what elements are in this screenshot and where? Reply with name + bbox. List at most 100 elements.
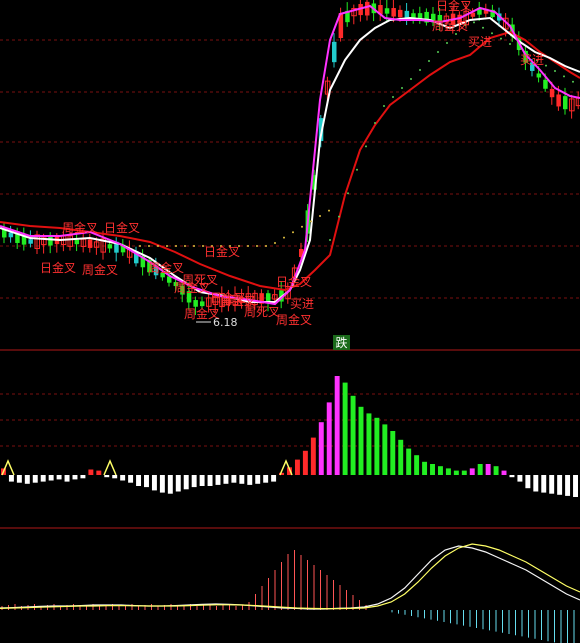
trend-dot <box>455 33 457 35</box>
trend-badge[interactable]: 跌 <box>333 335 350 350</box>
candle-body <box>556 94 561 107</box>
macd-bar <box>56 475 62 480</box>
macd-bar <box>128 475 134 483</box>
trend-dot <box>283 236 285 239</box>
candle-body <box>200 301 205 307</box>
macd-bar <box>255 475 261 484</box>
macd-bar <box>390 431 396 475</box>
signal-label: 周金叉 <box>276 312 312 327</box>
trend-dot <box>166 245 168 247</box>
candle-body <box>543 79 548 89</box>
macd-bar <box>144 475 149 488</box>
macd-bar <box>382 424 388 475</box>
macd-bar <box>16 475 22 483</box>
macd-bar <box>294 459 300 475</box>
trend-dot <box>401 87 403 89</box>
macd-bar <box>398 439 404 475</box>
signal-label: 买进 <box>290 297 314 311</box>
signal-label: 日金叉 <box>40 260 76 275</box>
macd-bar <box>533 475 539 492</box>
macd-bar <box>358 406 364 475</box>
candle-body <box>391 8 396 17</box>
macd-bar <box>8 475 14 482</box>
macd-bar <box>231 475 237 483</box>
macd-bar <box>96 470 102 475</box>
signal-label: 周死叉 <box>182 273 218 287</box>
trend-dot <box>338 215 340 218</box>
trend-dot <box>446 42 448 44</box>
candle-body <box>536 73 542 78</box>
macd-bar <box>525 475 531 489</box>
macd-bar <box>493 466 499 475</box>
macd-bar <box>453 470 459 475</box>
macd-bar <box>136 475 142 486</box>
osc-line-yellow <box>0 543 580 610</box>
signal-label: 周金叉 <box>148 260 184 275</box>
trend-dot <box>148 245 150 247</box>
trend-dot <box>374 122 376 124</box>
macd-bar <box>24 475 30 484</box>
macd-bar <box>517 475 523 482</box>
macd-bar <box>247 475 253 485</box>
signal-label: 周金叉 <box>62 220 98 235</box>
trend-dot <box>247 245 249 247</box>
trend-dot <box>184 245 186 247</box>
trend-dot <box>473 21 475 24</box>
trend-dot <box>437 51 439 53</box>
macd-bar <box>557 475 563 495</box>
macd-bar <box>342 382 348 475</box>
macd-bar <box>40 475 46 482</box>
macd-bar <box>175 475 181 492</box>
signal-labels: 周金叉 日金叉周金叉日金叉周金叉日金叉日金叉周金叉 周死叉日金叉周金叉周金叉日金叉买… <box>40 0 544 327</box>
trend-dot <box>347 192 349 195</box>
macd-bar <box>32 475 38 483</box>
macd-bar <box>422 461 428 475</box>
macd-bar <box>151 475 157 491</box>
macd-bar <box>239 475 245 484</box>
macd-bar <box>414 455 420 475</box>
macd-bar <box>263 475 269 483</box>
signal-label: 日金叉 <box>104 220 140 235</box>
candle-body <box>74 239 80 245</box>
macd-bar <box>541 475 547 493</box>
trend-dot <box>319 215 321 217</box>
candle-body <box>384 8 390 14</box>
macd-bar <box>310 437 316 475</box>
macd-bar <box>191 475 197 488</box>
macd-bar <box>437 466 443 475</box>
trend-dot <box>365 145 367 148</box>
macd-bar <box>549 475 555 494</box>
macd-bar <box>183 475 189 490</box>
macd-bar <box>215 475 221 485</box>
trend-dot <box>329 239 331 241</box>
trend-dot <box>383 105 385 107</box>
osc-line-white <box>0 545 580 610</box>
macd-bar <box>271 475 277 482</box>
candle-body <box>193 300 198 307</box>
signal-label: 周金叉 <box>82 262 118 277</box>
trend-dot <box>500 37 502 40</box>
macd-bar <box>302 450 308 475</box>
trend-dot <box>139 245 141 247</box>
signal-label: 日金叉 <box>204 244 240 259</box>
candle-body <box>365 1 370 16</box>
macd-bar <box>565 475 571 496</box>
trend-dot <box>428 60 430 62</box>
cross-marker <box>103 459 117 476</box>
signal-label: 日金叉 <box>220 293 256 308</box>
trend-badge-label: 跌 <box>335 335 347 350</box>
macd-bar <box>80 475 86 479</box>
macd-bar <box>207 475 213 486</box>
trend-dot <box>545 64 547 67</box>
macd-bar <box>104 475 110 478</box>
low-price-label: 6.18 <box>213 316 238 329</box>
candle-body <box>107 244 113 249</box>
stock-chart[interactable]: 周金叉 日金叉周金叉日金叉周金叉日金叉日金叉周金叉 周死叉日金叉周金叉周金叉日金叉买… <box>0 0 580 643</box>
macd-bar <box>120 475 126 481</box>
ma-white-line <box>0 16 580 303</box>
signal-label: 周金叉 <box>432 18 468 33</box>
trend-dot <box>392 96 394 98</box>
macd-bar <box>509 475 515 478</box>
macd-bar <box>334 376 340 475</box>
trend-dot <box>572 80 574 83</box>
